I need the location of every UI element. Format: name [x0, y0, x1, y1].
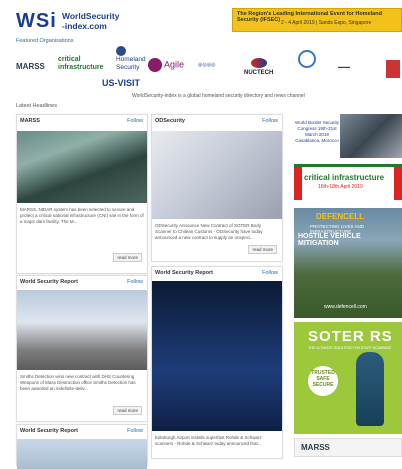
featured-org-homeland-security-label: Homeland Security	[116, 56, 146, 71]
scanned-figure-icon	[356, 352, 384, 426]
featured-org-agile[interactable]: Agile	[148, 58, 184, 72]
news-card[interactable]: ODSecurity Follow ODSecurity Announce Ne…	[151, 114, 283, 262]
featured-org-agile-label: Agile	[164, 59, 185, 70]
ad-cip-date: 16th-18th April 2019	[318, 184, 363, 190]
ad-cip-right-stripe	[394, 167, 402, 200]
card-summary: MARSS, NIDAR system has been selected to…	[20, 207, 144, 224]
card-source[interactable]: ODSecurity	[155, 118, 185, 124]
follow-link[interactable]: Follow	[262, 270, 278, 276]
read-more-button[interactable]: read more	[113, 253, 142, 262]
ad-soter-rs[interactable]: SOTER RS THE ULTIMATE SOLUTION FOR STAFF…	[294, 322, 402, 434]
banner-date: 2 - 4 April 2019 | Sands Expo, Singapore	[281, 20, 372, 26]
news-card[interactable]: World Security Report Follow Edinburgh A…	[151, 266, 283, 459]
featured-org-shield-logo[interactable]	[386, 60, 400, 78]
site-logo-line1: WorldSecurity	[62, 11, 120, 21]
ad-cip-left-stripe	[294, 167, 302, 200]
ad-defencell-tag: HOSTILE VEHICLE MITIGATION	[298, 233, 361, 247]
site-logo-text[interactable]: WorldSecurity -index.com	[62, 11, 119, 31]
featured-org-us-visit[interactable]: US-VISIT	[102, 78, 140, 88]
card-image-body-scanner[interactable]	[152, 131, 282, 219]
featured-org-velis-logo[interactable]: ◎◎◎◎	[198, 62, 215, 68]
card-image-containers[interactable]	[17, 290, 147, 370]
card-image-airport-scanner[interactable]	[152, 281, 282, 431]
read-more-button[interactable]: read more	[248, 245, 277, 254]
ad-critical-infrastructure[interactable]: critical infrastructure 16th-18th April …	[294, 164, 402, 203]
follow-link[interactable]: Follow	[262, 118, 278, 124]
news-card[interactable]: World Security Report Follow	[16, 424, 148, 469]
ad-defencell-url: www.defencell.com	[324, 304, 367, 310]
card-image-dam[interactable]	[17, 131, 147, 203]
featured-org-nuctech-label: NUCTECH	[244, 70, 274, 76]
read-more-button[interactable]: read more	[113, 406, 142, 415]
dhs-seal-icon	[116, 46, 126, 56]
featured-org-nuctech[interactable]: NUCTECH	[244, 58, 273, 76]
ad-wbsc-text: World Border Security Congress 19th-21st…	[295, 120, 339, 143]
news-card[interactable]: World Security Report Follow Smiths Dete…	[16, 275, 148, 422]
nuctech-logo-icon	[250, 58, 267, 68]
site-logo-line2: -index.com	[62, 21, 107, 31]
featured-organisations-label: Featured Organisations	[16, 38, 74, 44]
card-summary: ODSecurity Announce New Contract of SOTE…	[155, 223, 263, 240]
featured-org-critical-infrastructure[interactable]: critical infrastructure	[58, 56, 104, 72]
ad-cip-title: critical infrastructure	[304, 173, 385, 182]
featured-org-marss[interactable]: MARSS	[16, 62, 45, 71]
site-logo[interactable]: WSi	[16, 10, 57, 33]
site-tagline: WorldSecurity-index is a global homeland…	[132, 93, 305, 99]
card-summary: Smiths Detection wins new contract with …	[20, 374, 136, 391]
ad-soter-title: SOTER RS	[308, 328, 393, 345]
ad-world-border-security-congress[interactable]: World Border Security Congress 19th-21st…	[294, 114, 402, 158]
card-source[interactable]: World Security Report	[20, 279, 78, 285]
card-image[interactable]	[17, 439, 147, 469]
ad-soter-badge: TRUSTED SAFE SECURE	[308, 366, 338, 396]
site-logo-mark: WSi	[16, 10, 57, 32]
ad-defencell[interactable]: DEFENCELL PROTECTING LIVES AND INFRASTRU…	[294, 208, 402, 318]
latest-headlines-label: Latest Headlines	[16, 103, 57, 109]
ad-marss-title: MARSS	[301, 443, 330, 452]
ad-wbsc-photo	[340, 114, 402, 158]
follow-link[interactable]: Follow	[127, 118, 143, 124]
follow-link[interactable]: Follow	[127, 279, 143, 285]
card-summary: Edinburgh Airport installs superfast Roh…	[155, 435, 262, 446]
card-source[interactable]: MARSS	[20, 118, 40, 124]
ad-defencell-title: DEFENCELL	[316, 212, 364, 221]
agile-logo-icon	[148, 58, 162, 72]
news-card[interactable]: MARSS Follow MARSS, NIDAR system has bee…	[16, 114, 148, 274]
follow-link[interactable]: Follow	[127, 428, 143, 434]
ad-marss[interactable]: MARSS	[294, 438, 402, 457]
wco-logo-icon	[298, 50, 316, 68]
featured-org-wco-logo[interactable]	[298, 50, 316, 68]
top-banner-ad[interactable]: The Region's Leading International Event…	[232, 8, 402, 32]
card-source[interactable]: World Security Report	[155, 270, 213, 276]
card-source[interactable]: World Security Report	[20, 428, 78, 434]
featured-org-small-logo[interactable]: ▬▬▬	[338, 64, 350, 69]
ad-soter-sub: THE ULTIMATE SOLUTION FOR STAFF SCANNING	[308, 346, 392, 350]
